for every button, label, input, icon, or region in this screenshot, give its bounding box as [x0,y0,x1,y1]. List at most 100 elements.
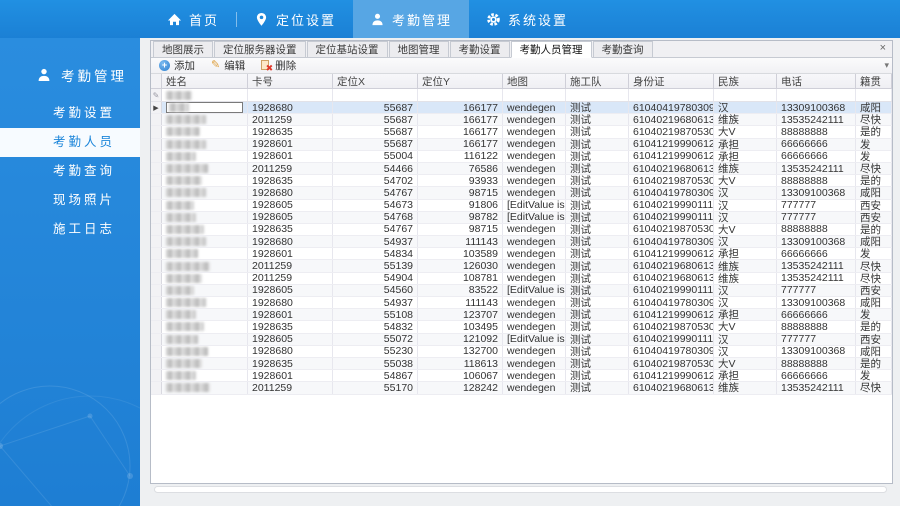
filter-cell-籍贯[interactable] [856,89,892,101]
table-row[interactable]: 19286805476798715wendegen测试6104041978030… [151,187,892,199]
sidebar-item-现场照片[interactable]: 现场照片 [0,186,140,215]
sidebar-item-施工日志[interactable]: 施工日志 [0,215,140,244]
cell-民族: 大V [714,224,777,235]
sidebar-item-考勤设置[interactable]: 考勤设置 [0,99,140,128]
add-button[interactable]: + 添加 [159,58,195,73]
column-header-身份证[interactable]: 身份证 [629,74,714,88]
table-row[interactable]: 201125955139126030wendegen测试610402196806… [151,260,892,272]
table-row[interactable]: 192860555072121092[EditValue is null]测试6… [151,334,892,346]
cell-电话: 777777 [777,285,856,296]
column-header-定位X[interactable]: 定位X [333,74,418,88]
table-row[interactable]: ▶192868055687166177wendegen测试61040419780… [151,102,892,114]
filter-row-pencil-icon: ✎ [151,89,162,101]
table-row[interactable]: 192860154867106067wendegen测试610412199906… [151,370,892,382]
tab-考勤人员管理[interactable]: 考勤人员管理 [511,41,592,58]
censored-name [166,335,198,344]
delete-button[interactable]: ✖ 删除 [261,58,296,73]
table-row[interactable]: 192860155004116122wendegen测试610412199906… [151,151,892,163]
column-header-民族[interactable]: 民族 [714,74,777,88]
cell-籍贯: 咸阳 [856,187,892,198]
cell-民族: 大V [714,358,777,369]
row-indicator [151,126,162,137]
cell-卡号: 2011259 [248,114,333,125]
filter-cell-电话[interactable] [777,89,856,101]
nav-item-首页[interactable]: 首页 [150,0,236,38]
censored-name [166,237,206,246]
close-icon[interactable]: × [878,43,888,54]
cell-施工队: 测试 [566,285,629,296]
filter-cell-定位Y[interactable] [418,89,503,101]
column-header-地图[interactable]: 地图 [503,74,566,88]
grid-header-row: 姓名卡号定位X定位Y地图施工队身份证民族电话籍贯 [151,74,892,89]
filter-cell-姓名[interactable] [162,89,248,101]
toolbar-overflow-dropdown-icon[interactable]: ▾ [884,60,889,71]
filter-cell-地图[interactable] [503,89,566,101]
table-row[interactable]: 19286055467391806[EditValue is null]测试61… [151,200,892,212]
tab-考勤查询[interactable]: 考勤查询 [593,41,653,57]
horizontal-scrollbar[interactable] [154,486,887,493]
cell-定位Y: 121092 [418,334,503,345]
column-header-定位Y[interactable]: 定位Y [418,74,503,88]
table-row[interactable]: 192863555687166177wendegen测试610402198705… [151,126,892,138]
sidebar-item-考勤查询[interactable]: 考勤查询 [0,157,140,186]
nav-item-系统设置[interactable]: 系统设置 [469,0,585,38]
cell-籍贯: 尽快 [856,163,892,174]
table-row[interactable]: 192868054937111143wendegen测试610404197803… [151,236,892,248]
cell-地图: wendegen [503,151,566,162]
table-row[interactable]: 192863555038118613wendegen测试610402198705… [151,358,892,370]
cell-施工队: 测试 [566,212,629,223]
table-row[interactable]: 192860155108123707wendegen测试610412199906… [151,309,892,321]
table-row[interactable]: 192860155687166177wendegen测试610412199906… [151,139,892,151]
table-row[interactable]: 192868054937111143wendegen测试610404197803… [151,297,892,309]
tab-地图展示[interactable]: 地图展示 [153,41,213,57]
column-header-卡号[interactable]: 卡号 [248,74,333,88]
grid-body: ▶192868055687166177wendegen测试61040419780… [151,102,892,395]
cell-地图: wendegen [503,358,566,369]
sidebar-item-考勤人员[interactable]: 考勤人员 [0,128,140,157]
table-row[interactable]: 192863554832103495wendegen测试610402198705… [151,321,892,333]
column-header-姓名[interactable]: 姓名 [162,74,248,88]
table-row[interactable]: 19286355476798715wendegen测试6104021987053… [151,224,892,236]
table-row[interactable]: 201125955687166177wendegen测试610402196806… [151,114,892,126]
nav-item-定位设置[interactable]: 定位设置 [237,0,353,38]
cell-定位Y: 132700 [418,346,503,357]
filter-cell-施工队[interactable] [566,89,629,101]
censored-name [166,286,194,295]
table-row[interactable]: 192868055230132700wendegen测试610404197803… [151,346,892,358]
column-header-籍贯[interactable]: 籍贯 [856,74,892,88]
table-row[interactable]: 20112595446676586wendegen测试6104021968061… [151,163,892,175]
filter-cell-定位X[interactable] [333,89,418,101]
tab-考勤设置[interactable]: 考勤设置 [450,41,510,57]
censored-name [166,176,202,185]
grid-filter-row[interactable]: ✎ [151,89,892,102]
column-header-电话[interactable]: 电话 [777,74,856,88]
filter-cell-民族[interactable] [714,89,777,101]
table-row[interactable]: 201125954904108781wendegen测试610402196806… [151,273,892,285]
tab-地图管理[interactable]: 地图管理 [389,41,449,57]
cell-name-censored [162,260,248,271]
filter-cell-身份证[interactable] [629,89,714,101]
name-edit-input[interactable] [166,102,243,113]
filter-cell-卡号[interactable] [248,89,333,101]
tab-定位服务器设置[interactable]: 定位服务器设置 [214,41,306,57]
column-header-施工队[interactable]: 施工队 [566,74,629,88]
row-indicator [151,175,162,186]
cell-卡号: 1928680 [248,346,333,357]
cell-定位Y: 118613 [418,358,503,369]
table-row[interactable]: 201125955170128242wendegen测试610402196806… [151,382,892,394]
censored-name [166,152,196,161]
tab-定位基站设置[interactable]: 定位基站设置 [307,41,388,57]
cell-定位X: 54560 [333,285,418,296]
edit-button[interactable]: ✎ 编辑 [211,58,245,73]
table-row[interactable]: 19286355470293933wendegen测试6104021987053… [151,175,892,187]
cell-定位X: 55230 [333,346,418,357]
table-row[interactable]: 192860154834103589wendegen测试610412199906… [151,248,892,260]
cell-施工队: 测试 [566,370,629,381]
nav-item-考勤管理[interactable]: 考勤管理 [353,0,469,38]
cell-施工队: 测试 [566,358,629,369]
table-row[interactable]: 19286055476898782[EditValue is null]测试61… [151,212,892,224]
table-row[interactable]: 19286055456083522[EditValue is null]测试61… [151,285,892,297]
cell-籍贯: 是的 [856,126,892,137]
cell-定位Y: 98782 [418,212,503,223]
censored-name [166,274,202,283]
